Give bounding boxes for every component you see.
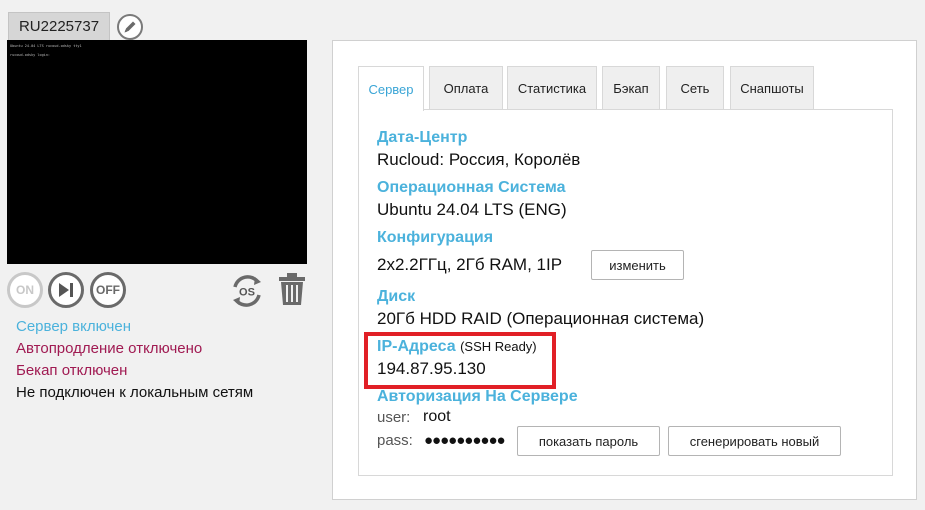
reinstall-os-icon: OS — [233, 275, 261, 307]
delete-server-button[interactable] — [276, 271, 308, 307]
tab-statistics[interactable]: Статистика — [507, 66, 597, 110]
edit-server-name-button[interactable] — [117, 14, 143, 40]
show-password-button[interactable]: показать пароль — [517, 426, 660, 456]
server-id-tab: RU2225737 — [8, 12, 110, 40]
generate-password-button[interactable]: сгенерировать новый — [668, 426, 841, 456]
ip-highlight-box — [364, 332, 556, 389]
password-mask: ●●●●●●●●●● — [424, 432, 506, 449]
power-on-button[interactable]: ON — [7, 272, 43, 308]
tab-backup[interactable]: Бэкап — [602, 66, 660, 110]
reinstall-os-button[interactable]: OS — [227, 271, 267, 311]
user-value: root — [423, 408, 451, 425]
user-label: user: — [377, 409, 411, 426]
pass-label: pass: — [377, 432, 413, 449]
tab-payment[interactable]: Оплата — [429, 66, 503, 110]
pencil-icon — [124, 21, 136, 33]
change-config-button[interactable]: изменить — [591, 250, 684, 280]
config-value: 2x2.2ГГц, 2Гб RAM, 1IP — [377, 255, 563, 274]
os-label: OS — [239, 287, 255, 299]
config-label: Конфигурация — [377, 229, 494, 246]
datacenter-value: Rucloud: Россия, Королёв — [377, 150, 581, 169]
tab-network[interactable]: Сеть — [666, 66, 724, 110]
power-on-label: ON — [16, 283, 34, 297]
disk-value: 20Гб HDD RAID (Операционная система) — [377, 309, 705, 328]
local-network-status: Не подключен к локальным сетям — [16, 384, 254, 401]
trash-icon — [279, 273, 305, 305]
os-value: Ubuntu 24.04 LTS (ENG) — [377, 200, 567, 219]
server-console-screen[interactable]: Ubuntu 24.04 LTS rucoud-odsky tty1 rucou… — [7, 40, 307, 264]
console-line: rucoud-odsky login: — [10, 53, 51, 57]
play-skip-icon — [59, 283, 73, 297]
console-line: Ubuntu 24.04 LTS rucoud-odsky tty1 — [10, 44, 82, 48]
auth-label: Авторизация На Сервере — [377, 388, 578, 405]
os-label: Операционная Система — [377, 179, 566, 196]
datacenter-label: Дата-Центр — [377, 129, 468, 146]
disk-label: Диск — [377, 288, 416, 305]
autorenew-status: Автопродление отключено — [16, 340, 203, 357]
power-off-label: OFF — [96, 283, 120, 297]
reboot-button[interactable] — [48, 272, 84, 308]
tab-snapshots[interactable]: Снапшоты — [730, 66, 814, 110]
server-status: Сервер включен — [16, 318, 131, 335]
backup-status: Бекап отключен — [16, 362, 128, 379]
tab-server[interactable]: Сервер — [358, 66, 424, 111]
power-off-button[interactable]: OFF — [90, 272, 126, 308]
